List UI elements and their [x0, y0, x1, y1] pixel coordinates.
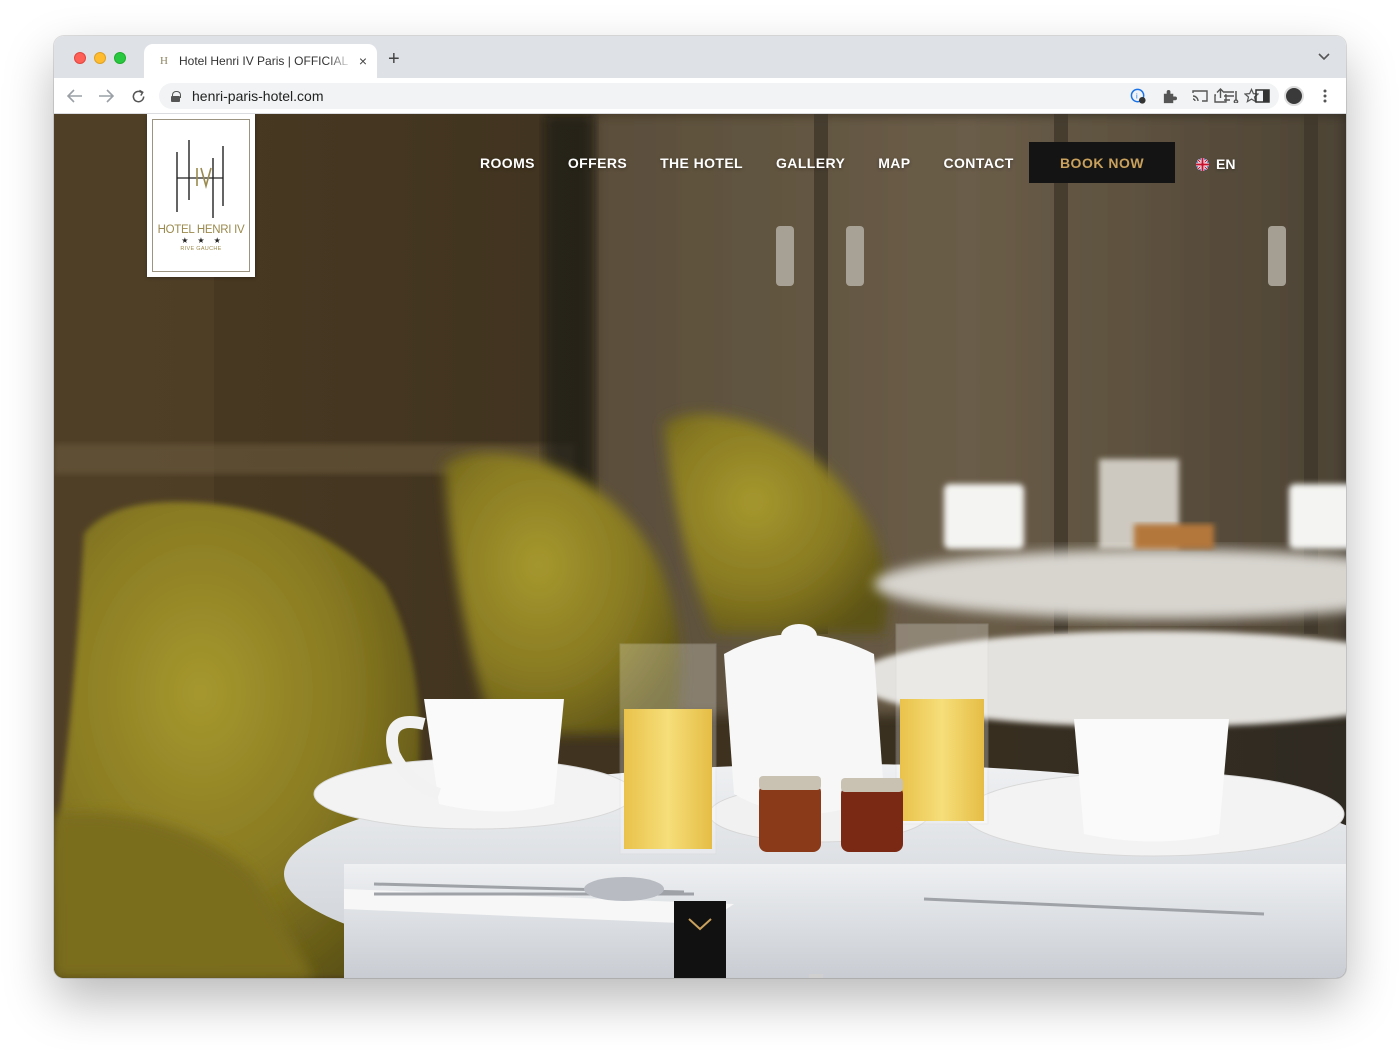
profile-avatar[interactable] [1284, 86, 1304, 106]
nav-gallery[interactable]: GALLERY [776, 155, 845, 171]
chevron-down-icon [688, 918, 712, 931]
svg-text:i: i [1135, 91, 1137, 100]
url-text[interactable]: henri-paris-hotel.com [192, 88, 324, 104]
web-page: HOTEL HENRI IV ★★★ RIVE GAUCHE ROOMS OFF… [54, 114, 1346, 978]
zoom-window-button[interactable] [114, 52, 126, 64]
nav-rooms[interactable]: ROOMS [480, 155, 535, 171]
uk-flag-icon [1196, 157, 1209, 171]
tab-strip: H Hotel Henri IV Paris | OFFICIAL × + [54, 36, 1346, 78]
hotel-favicon-icon: H [160, 55, 168, 67]
tab-search-chevron-icon[interactable] [1318, 49, 1330, 64]
book-now-button[interactable]: BOOK NOW [1029, 142, 1175, 183]
new-tab-button[interactable]: + [388, 49, 400, 69]
lock-icon[interactable] [171, 90, 181, 102]
side-panel-icon[interactable] [1253, 87, 1271, 105]
close-window-button[interactable] [74, 52, 86, 64]
logo-name: HOTEL HENRI IV [157, 224, 245, 236]
tab-title: Hotel Henri IV Paris | OFFICIAL [179, 54, 349, 68]
language-selector[interactable]: EN [1196, 156, 1235, 172]
back-icon[interactable] [64, 85, 86, 107]
hotel-logo[interactable]: HOTEL HENRI IV ★★★ RIVE GAUCHE [147, 114, 255, 277]
more-menu-icon[interactable] [1316, 87, 1334, 105]
extension-info-icon[interactable]: i [1129, 87, 1147, 105]
logo-subtitle: RIVE GAUCHE [180, 246, 222, 252]
media-queue-icon[interactable] [1222, 87, 1240, 105]
cast-icon[interactable] [1191, 87, 1209, 105]
browser-tab[interactable]: H Hotel Henri IV Paris | OFFICIAL × [144, 44, 377, 78]
hiv-monogram-icon [176, 140, 224, 218]
forward-icon[interactable] [95, 85, 117, 107]
logo-frame: HOTEL HENRI IV ★★★ RIVE GAUCHE [152, 119, 250, 272]
tab-close-icon[interactable]: × [359, 53, 367, 69]
language-label: EN [1216, 156, 1236, 172]
nav-offers[interactable]: OFFERS [568, 155, 627, 171]
extensions-puzzle-icon[interactable] [1160, 87, 1178, 105]
browser-window: H Hotel Henri IV Paris | OFFICIAL × + he… [54, 36, 1346, 978]
nav-map[interactable]: MAP [878, 155, 910, 171]
main-nav: ROOMS OFFERS THE HOTEL GALLERY MAP CONTA… [480, 155, 1047, 171]
scroll-down-button[interactable] [674, 901, 726, 978]
reload-icon[interactable] [127, 85, 149, 107]
browser-toolbar: henri-paris-hotel.com i [54, 78, 1346, 114]
address-bar[interactable]: henri-paris-hotel.com [159, 83, 1279, 109]
minimize-window-button[interactable] [94, 52, 106, 64]
nav-contact[interactable]: CONTACT [944, 155, 1014, 171]
logo-stars: ★★★ [181, 236, 230, 245]
nav-the-hotel[interactable]: THE HOTEL [660, 155, 743, 171]
